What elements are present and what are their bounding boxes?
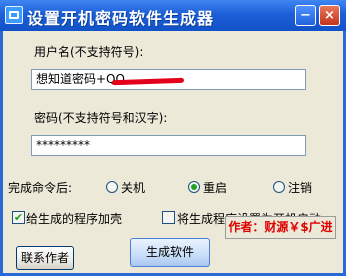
minimize-button[interactable]: − [295, 5, 316, 26]
username-input[interactable]: 想知道密码+QQ [31, 69, 306, 90]
window-title: 设置开机密码软件生成器 [27, 9, 215, 28]
app-icon [5, 6, 23, 24]
radio-shutdown[interactable] [106, 181, 118, 193]
checkmark-icon: ✔ [13, 211, 24, 224]
shell-checkbox-label: 给生成的程序加壳 [26, 212, 123, 226]
username-label: 用户名(不支持符号): [34, 45, 144, 59]
password-label: 密码(不支持符号和汉字): [34, 111, 168, 125]
radio-logoff[interactable] [273, 181, 285, 193]
radio-restart-label: 重启 [203, 181, 228, 195]
redaction-mark [111, 77, 185, 86]
contact-author-button[interactable]: 联系作者 [16, 246, 74, 270]
shell-checkbox[interactable]: ✔ [12, 211, 25, 224]
password-input[interactable]: ********* [31, 135, 306, 156]
after-complete-label: 完成命令后: [8, 181, 73, 195]
title-bar[interactable]: 设置开机密码软件生成器 − × [0, 0, 346, 31]
password-value: ********* [36, 138, 90, 152]
generate-software-button[interactable]: 生成软件 [130, 238, 210, 267]
autostart-checkbox[interactable] [162, 211, 175, 224]
radio-restart[interactable] [188, 181, 200, 193]
author-credit: 作者：财源￥$广进 [225, 216, 336, 239]
radio-shutdown-label: 关机 [121, 181, 146, 195]
close-button[interactable]: × [319, 5, 340, 26]
radio-logoff-label: 注销 [288, 181, 313, 195]
app-window: 设置开机密码软件生成器 − × 用户名(不支持符号): 想知道密码+QQ 密码(… [0, 0, 346, 276]
